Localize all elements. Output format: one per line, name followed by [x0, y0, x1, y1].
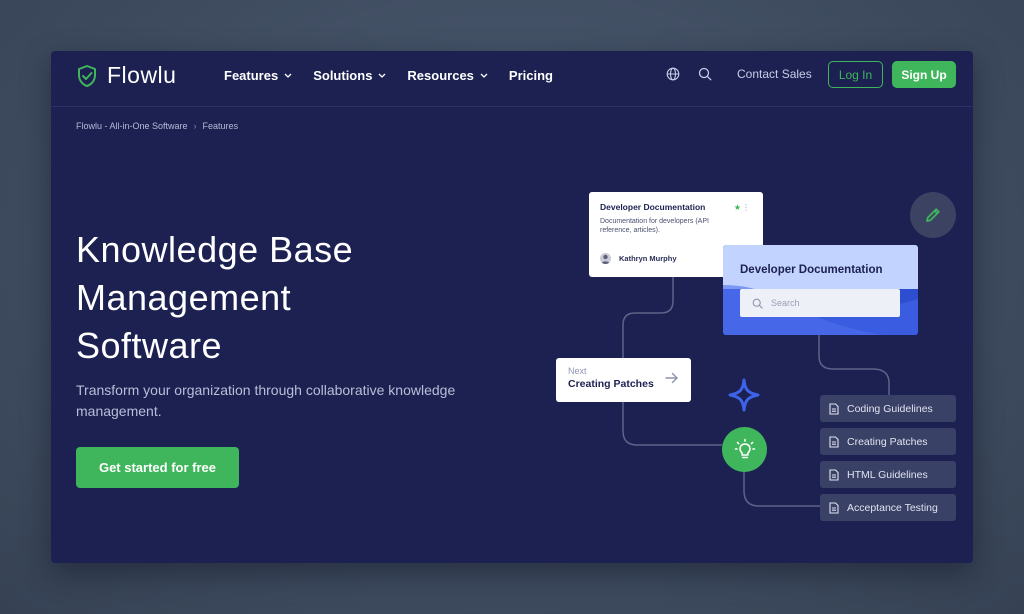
chevron-down-icon	[284, 71, 292, 79]
breadcrumb: Flowlu - All-in-One Software › Features	[76, 121, 238, 131]
top-nav: Flowlu Features Solutions Resources Pric…	[51, 51, 973, 107]
sparkle-icon	[728, 378, 760, 412]
nav-item-features[interactable]: Features	[224, 66, 292, 84]
get-started-button[interactable]: Get started for free	[76, 447, 239, 488]
avatar	[600, 253, 611, 264]
doc-card-author: Kathryn Murphy	[600, 253, 677, 264]
search-icon	[752, 298, 763, 309]
nav-item-pricing[interactable]: Pricing	[509, 66, 553, 84]
doc-list-item[interactable]: Acceptance Testing	[820, 494, 956, 521]
doc-list-item[interactable]: Coding Guidelines	[820, 395, 956, 422]
doc-list-item[interactable]: Creating Patches	[820, 428, 956, 455]
globe-icon[interactable]	[666, 67, 682, 83]
next-title: Creating Patches	[568, 378, 654, 390]
blue-doc-card: Developer Documentation Search	[723, 245, 918, 335]
lightbulb-badge	[722, 427, 767, 472]
login-button[interactable]: Log In	[828, 61, 883, 88]
contact-sales-link[interactable]: Contact Sales	[737, 67, 812, 81]
document-icon	[829, 435, 839, 448]
search-icon[interactable]	[698, 67, 714, 83]
document-icon	[829, 402, 839, 415]
doc-card-description: Documentation for developers (API refere…	[600, 218, 709, 234]
signup-button[interactable]: Sign Up	[892, 61, 956, 88]
logo[interactable]: Flowlu	[75, 62, 176, 89]
chevron-down-icon	[378, 71, 386, 79]
search-input[interactable]: Search	[740, 289, 900, 317]
author-name: Kathryn Murphy	[619, 254, 677, 263]
pencil-icon	[926, 208, 940, 222]
doc-list-label: Acceptance Testing	[847, 501, 938, 514]
doc-list-label: Creating Patches	[847, 435, 928, 448]
blue-card-title: Developer Documentation	[740, 264, 883, 276]
arrow-right-icon	[665, 372, 678, 384]
more-icon: ⋮	[742, 203, 750, 212]
star-icon: ★	[733, 203, 741, 212]
doc-list-label: Coding Guidelines	[847, 402, 933, 415]
title-line: Software	[76, 325, 223, 366]
shield-check-icon	[78, 64, 96, 87]
page-title: Knowledge Base Management Software	[76, 226, 496, 370]
doc-list-label: HTML Guidelines	[847, 468, 928, 481]
breadcrumb-item-current[interactable]: Features	[203, 121, 239, 131]
logo-text: Flowlu	[107, 62, 177, 88]
document-icon	[829, 501, 839, 514]
doc-list-item[interactable]: HTML Guidelines	[820, 461, 956, 488]
edit-button[interactable]	[910, 192, 956, 238]
next-label: Next	[568, 366, 587, 376]
browser-frame: Flowlu Features Solutions Resources Pric…	[51, 51, 973, 563]
title-line: Knowledge Base	[76, 229, 354, 270]
nav-menu: Features Solutions Resources Pricing	[224, 66, 574, 84]
chevron-down-icon	[480, 71, 488, 79]
nav-item-label: Pricing	[508, 67, 553, 83]
nav-item-label: Features	[224, 67, 279, 83]
nav-item-label: Solutions	[313, 67, 373, 83]
nav-item-solutions[interactable]: Solutions	[313, 66, 386, 84]
hero-subtitle: Transform your organization through coll…	[76, 382, 456, 419]
title-line: Management	[76, 277, 292, 318]
breadcrumb-separator: ›	[193, 121, 197, 131]
nav-item-label: Resources	[407, 67, 474, 83]
nav-item-resources[interactable]: Resources	[407, 66, 488, 84]
document-icon	[829, 468, 839, 481]
search-placeholder: Search	[771, 298, 800, 308]
lightbulb-icon	[734, 438, 755, 458]
next-article-card[interactable]: Next Creating Patches	[556, 358, 691, 402]
breadcrumb-item-home[interactable]: Flowlu - All-in-One Software	[76, 121, 188, 131]
doc-card-title: Developer Documentation	[600, 202, 706, 212]
